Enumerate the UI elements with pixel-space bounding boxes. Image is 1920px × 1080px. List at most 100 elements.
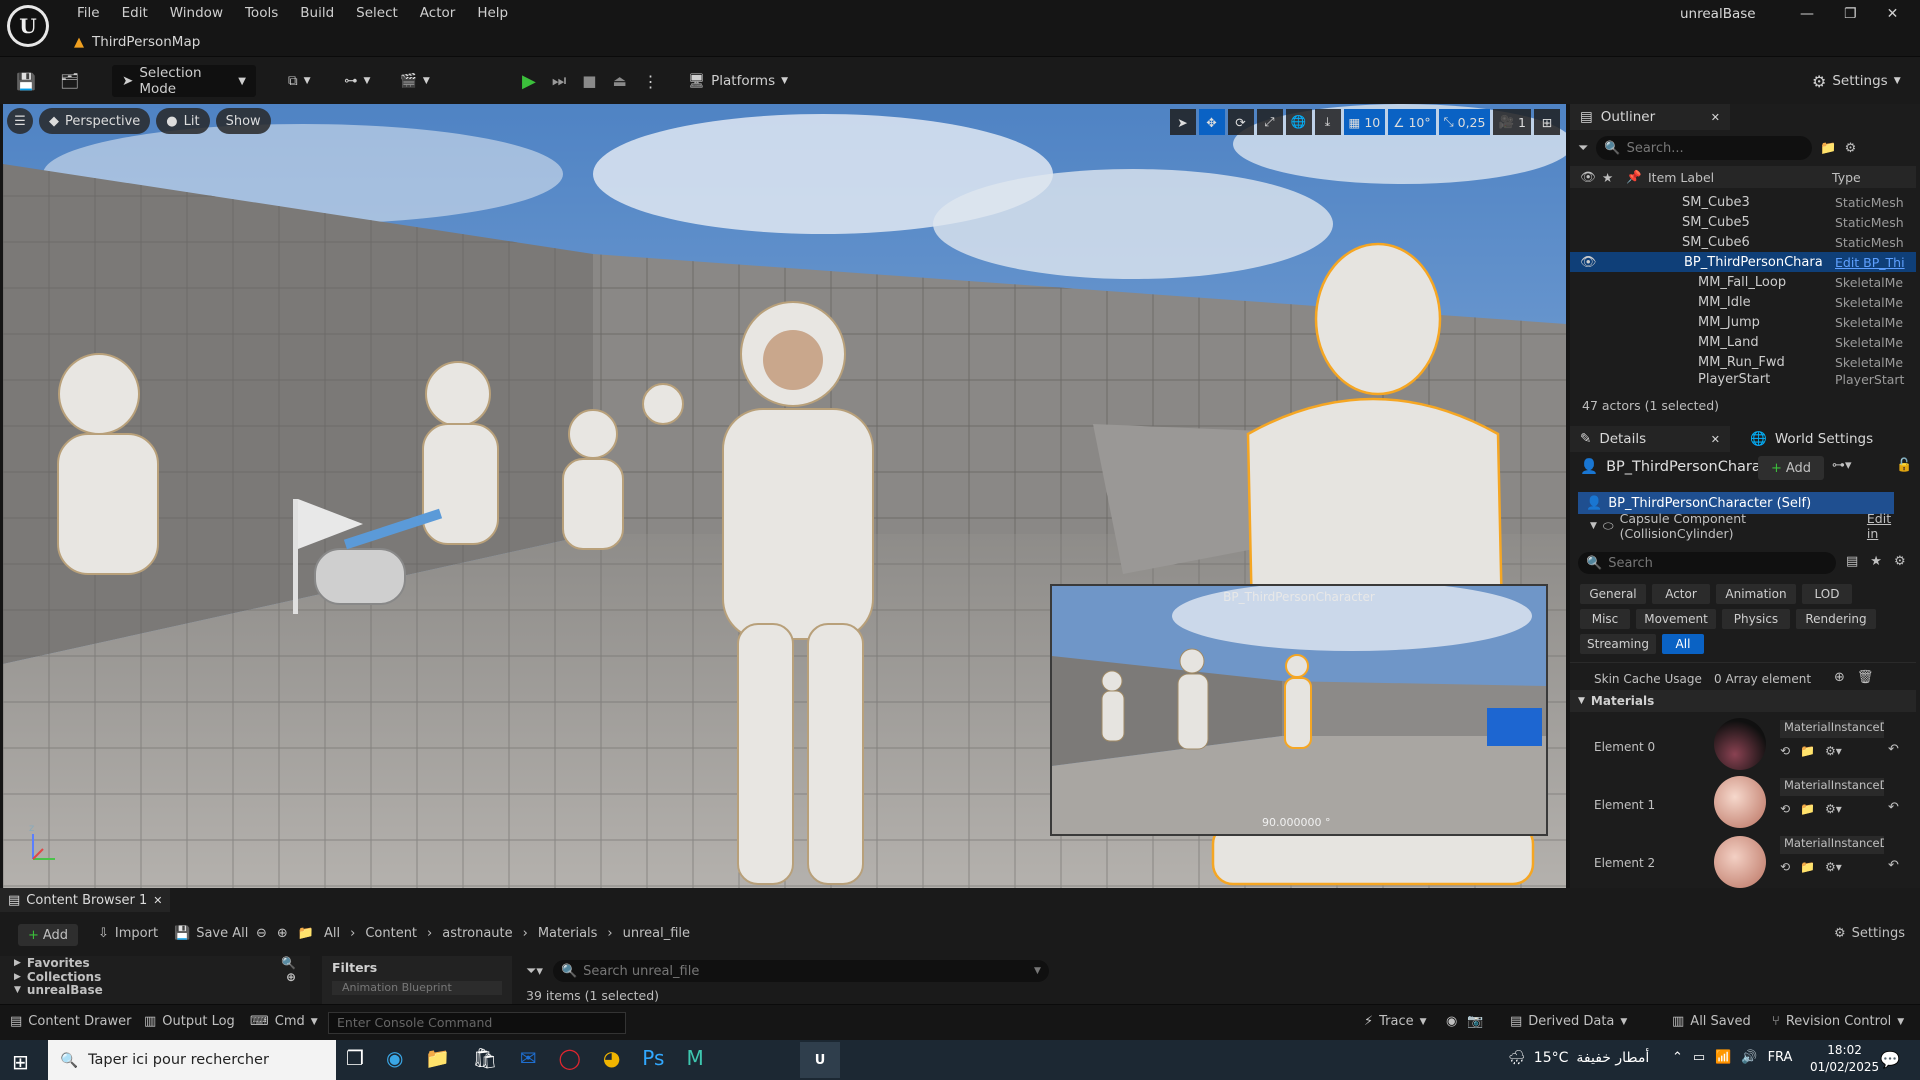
filter-all[interactable]: All [1662, 634, 1704, 654]
reset-icon[interactable]: ↶ [1888, 800, 1899, 815]
options-icon[interactable]: ⚙▾ [1825, 860, 1842, 874]
all-saved-button[interactable]: ▥ All Saved [1672, 1014, 1751, 1029]
weather-icon[interactable]: 🌧 [1508, 1050, 1526, 1066]
level-viewport[interactable]: z ☰ ◆ Perspective ● Lit Show ➤ ✥ ⟳ ⤢ 🌐 ⤓ ▦… [3, 104, 1566, 888]
lock-icon[interactable]: 🔓 [1896, 458, 1912, 473]
task-view-icon[interactable]: ❐ [346, 1046, 364, 1070]
add-folder-icon[interactable]: 📁 [1820, 141, 1836, 156]
menu-file[interactable]: File [66, 3, 111, 23]
import-button[interactable]: ⇩ Import [98, 926, 158, 941]
maya-icon[interactable]: M [686, 1046, 703, 1070]
material-thumbnail[interactable] [1714, 776, 1766, 828]
edit-in-link[interactable]: Edit in [1867, 511, 1906, 541]
close-tab-icon[interactable]: ✕ [1711, 433, 1720, 446]
options-icon[interactable]: ⚙▾ [1825, 744, 1842, 758]
lit-button[interactable]: ● Lit [156, 108, 210, 134]
path-unreal-file[interactable]: unreal_file [623, 926, 690, 941]
content-icon[interactable]: 🗂 [60, 72, 79, 90]
screenshot-icon[interactable]: 📷 [1467, 1014, 1483, 1029]
cmd-dropdown[interactable]: ⌨ Cmd ▼ [250, 1014, 318, 1029]
menu-tools[interactable]: Tools [234, 3, 289, 23]
filter-rendering[interactable]: Rendering [1796, 609, 1876, 629]
chrome-icon[interactable]: ◕ [603, 1046, 620, 1070]
maximize-icon[interactable]: ❐ [1844, 6, 1857, 22]
path-astronaute[interactable]: astronaute [442, 926, 512, 941]
project-section[interactable]: ▼ unrealBase [0, 984, 310, 996]
material-thumbnail[interactable] [1714, 718, 1766, 770]
save-all-button[interactable]: 💾 Save All [174, 926, 248, 941]
content-settings-button[interactable]: ⚙ Settings [1834, 926, 1905, 941]
browse-icon[interactable]: 📁 [1800, 744, 1815, 758]
back-icon[interactable]: ⊖ [256, 926, 267, 941]
reset-icon[interactable]: ↶ [1888, 858, 1899, 873]
menu-select[interactable]: Select [345, 3, 409, 23]
outliner-row[interactable]: SM_Cube6 StaticMesh [1570, 232, 1916, 252]
blueprint-options-icon[interactable]: ⊶▾ [1832, 458, 1852, 473]
material-asset-picker[interactable]: MaterialInstanceD [1780, 778, 1884, 796]
perspective-button[interactable]: ◆ Perspective [39, 108, 151, 134]
move-tool-icon[interactable]: ✥ [1198, 109, 1225, 135]
save-icon[interactable]: 💾 [16, 72, 36, 91]
record-icon[interactable]: ◉ [1446, 1014, 1457, 1029]
favorite-icon[interactable]: ★ [1602, 170, 1613, 185]
console-input[interactable]: Enter Console Command [328, 1012, 626, 1034]
path-content[interactable]: Content [365, 926, 417, 941]
menu-build[interactable]: Build [289, 3, 345, 23]
content-drawer-button[interactable]: ▤ Content Drawer [10, 1014, 131, 1029]
filter-actor[interactable]: Actor [1652, 584, 1710, 604]
outliner-row-selected[interactable]: 👁 BP_ThirdPersonChara Edit BP_Thi [1570, 252, 1916, 272]
minimize-icon[interactable]: — [1800, 6, 1814, 22]
grid-snap-button[interactable]: ▦ 10 [1343, 109, 1386, 135]
blueprint-button[interactable]: ⊶ ▼ [344, 57, 370, 105]
output-log-button[interactable]: ▥ Output Log [144, 1014, 235, 1029]
use-selected-icon[interactable]: ⟲ [1780, 860, 1790, 874]
unreal-taskbar-icon[interactable]: U [800, 1042, 840, 1078]
filter-icon[interactable]: ⏷ [1578, 141, 1588, 156]
derived-data-dropdown[interactable]: ▤ Derived Data ▼ [1510, 1014, 1627, 1029]
edit-blueprint-link[interactable]: Edit BP_Thi [1835, 255, 1905, 270]
world-local-icon[interactable]: 🌐 [1285, 109, 1312, 135]
volume-icon[interactable]: 🔊 [1741, 1050, 1757, 1065]
camera-speed-button[interactable]: 🎥 1 [1493, 109, 1531, 135]
play-icon[interactable]: ▶ [522, 71, 536, 92]
more-options-icon[interactable]: ⋮ [643, 72, 659, 91]
selection-mode-dropdown[interactable]: ➤ Selection Mode ▼ [112, 65, 256, 97]
file-explorer-icon[interactable]: 📁 [425, 1046, 450, 1070]
browse-icon[interactable]: 📁 [1800, 802, 1815, 816]
scale-tool-icon[interactable]: ⤢ [1256, 109, 1283, 135]
opera-icon[interactable]: ◯ [558, 1046, 580, 1070]
details-search-input[interactable]: 🔍 Search [1578, 552, 1836, 574]
pin-icon[interactable]: 📌 [1626, 169, 1642, 185]
menu-window[interactable]: Window [159, 3, 234, 23]
use-selected-icon[interactable]: ⟲ [1780, 744, 1790, 758]
folder-icon[interactable]: 📁 [298, 926, 314, 941]
outliner-row[interactable]: PlayerStart PlayerStart [1570, 372, 1916, 386]
add-component-button[interactable]: + Add [1758, 456, 1824, 480]
filter-lod[interactable]: LOD [1802, 584, 1852, 604]
path-materials[interactable]: Materials [538, 926, 598, 941]
stop-icon[interactable]: ■ [582, 72, 596, 90]
world-settings-tab[interactable]: 🌐 World Settings [1740, 426, 1883, 452]
material-thumbnail[interactable] [1714, 836, 1766, 888]
add-collection-icon[interactable]: ⊕ [286, 970, 296, 984]
type-header[interactable]: Type [1832, 170, 1861, 185]
close-window-icon[interactable]: ✕ [1887, 6, 1899, 22]
rotation-snap-button[interactable]: ∠ 10° [1388, 109, 1436, 135]
network-icon[interactable]: 📶 [1715, 1050, 1731, 1065]
outliner-row[interactable]: SM_Cube5 StaticMesh [1570, 212, 1916, 232]
use-selected-icon[interactable]: ⟲ [1780, 802, 1790, 816]
settings-dropdown[interactable]: ⚙ Settings ▼ [1812, 57, 1901, 105]
cinematics-button[interactable]: 🎬 ▼ [400, 57, 430, 105]
menu-edit[interactable]: Edit [111, 3, 159, 23]
material-asset-picker[interactable]: MaterialInstanceD [1780, 836, 1884, 854]
browse-icon[interactable]: 📁 [1800, 860, 1815, 874]
path-all[interactable]: All [324, 926, 340, 941]
options-icon[interactable]: ⚙▾ [1825, 802, 1842, 816]
rotate-tool-icon[interactable]: ⟳ [1227, 109, 1254, 135]
materials-section-header[interactable]: ▼ Materials [1570, 690, 1916, 712]
filter-movement[interactable]: Movement [1636, 609, 1716, 629]
filter-chip[interactable]: Animation Blueprint [332, 981, 502, 995]
eject-icon[interactable]: ⏏ [612, 72, 626, 90]
filter-misc[interactable]: Misc [1580, 609, 1630, 629]
visibility-icon[interactable]: 👁 [1580, 255, 1597, 270]
